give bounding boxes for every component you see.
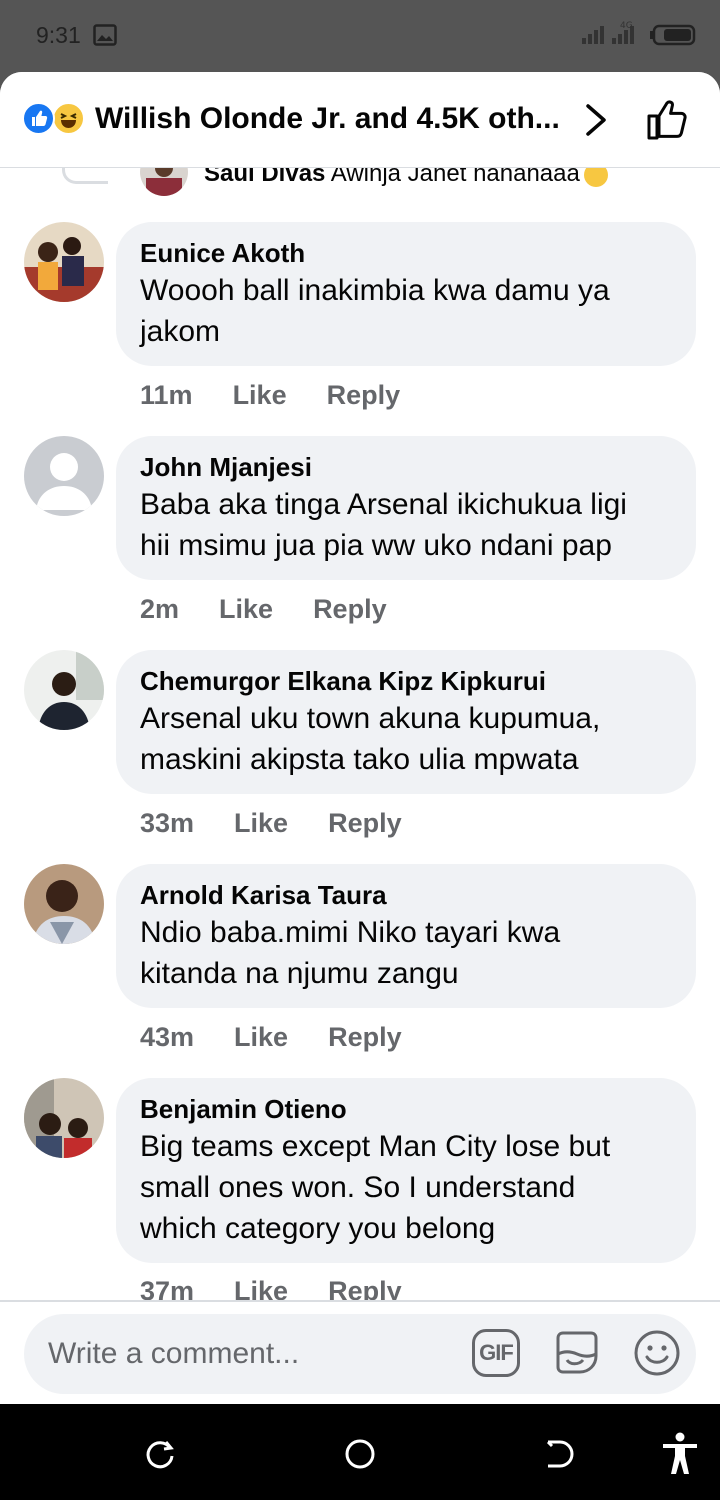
- comment-text-line: Big teams except Man City lose but: [140, 1130, 611, 1163]
- comment-timestamp: 11m: [140, 380, 193, 410]
- comment-bubble[interactable]: Benjamin Otieno Big teams except Man Cit…: [116, 1078, 696, 1263]
- reply-button[interactable]: Reply: [328, 1022, 402, 1053]
- comment-author[interactable]: Arnold Karisa Taura: [140, 878, 672, 912]
- like-button[interactable]: Like: [234, 808, 288, 839]
- reactions-summary-title[interactable]: Willish Olonde Jr. and 4.5K oth...: [95, 102, 565, 136]
- haha-reaction-icon: [52, 102, 85, 135]
- avatar[interactable]: [24, 1078, 104, 1158]
- comment-author[interactable]: Eunice Akoth: [140, 236, 672, 270]
- comment-timestamp: 43m: [140, 1022, 195, 1052]
- avatar[interactable]: [24, 650, 104, 730]
- comment-actions: 2m Like Reply: [140, 594, 387, 625]
- avatar[interactable]: [24, 864, 104, 944]
- comment-author[interactable]: Benjamin Otieno: [140, 1092, 672, 1126]
- reaction-icons: [22, 102, 88, 136]
- comment-actions: 11m Like Reply: [140, 380, 400, 411]
- comment-actions: 43m Like Reply: [140, 1022, 402, 1053]
- reply-button[interactable]: Reply: [327, 380, 401, 411]
- emoji-icon[interactable]: [632, 1328, 682, 1383]
- comment-timestamp: 33m: [140, 808, 195, 838]
- like-button[interactable]: Like: [219, 594, 273, 625]
- recent-apps-icon[interactable]: [144, 1438, 176, 1475]
- comment-actions: 33m Like Reply: [140, 808, 402, 839]
- avatar[interactable]: [24, 222, 104, 302]
- system-nav-bar: [0, 1404, 720, 1500]
- comment-text-line: Baba aka tinga Arsenal ikichukua ligi: [140, 488, 627, 521]
- comment-text-line: hii msimu jua pia ww uko ndani pap: [140, 529, 612, 562]
- comment-bubble[interactable]: Arnold Karisa Taura Ndio baba.mimi Niko …: [116, 864, 696, 1008]
- battery-icon: [650, 24, 696, 51]
- default-avatar-icon[interactable]: [24, 436, 104, 516]
- comment-bubble[interactable]: Eunice Akoth Woooh ball inakimbia kwa da…: [116, 222, 696, 366]
- comment-bubble[interactable]: Chemurgor Elkana Kipz Kipkurui Arsenal u…: [116, 650, 696, 794]
- comment-text-line: kitanda na njumu zangu: [140, 957, 459, 990]
- reply-button[interactable]: Reply: [328, 808, 402, 839]
- comment-input[interactable]: [48, 1334, 468, 1374]
- home-icon[interactable]: [344, 1438, 376, 1475]
- chevron-right-icon[interactable]: [582, 102, 610, 143]
- like-reaction-icon: [22, 102, 55, 135]
- composer-box[interactable]: GIF: [24, 1314, 696, 1394]
- comment-timestamp: 2m: [140, 594, 180, 624]
- comment-text-line: maskini akipsta tako ulia mpwata: [140, 743, 579, 776]
- sticker-icon[interactable]: [552, 1328, 602, 1383]
- comment-text-line: which category you belong: [140, 1212, 496, 1245]
- like-button[interactable]: Like: [233, 380, 287, 411]
- like-post-icon[interactable]: [645, 98, 689, 147]
- gif-button[interactable]: GIF: [472, 1329, 520, 1377]
- comments-sheet: Willish Olonde Jr. and 4.5K oth... Saul …: [0, 72, 720, 1404]
- signal-icon: 4G: [582, 20, 644, 51]
- back-icon[interactable]: [544, 1438, 576, 1475]
- like-button[interactable]: Like: [234, 1022, 288, 1053]
- status-time: 9:31: [36, 22, 81, 48]
- comment-text-line: Woooh ball inakimbia kwa damu ya: [140, 274, 610, 307]
- comment-text-line: small ones won. So I understand: [140, 1171, 576, 1204]
- network-type: 4G: [620, 21, 633, 31]
- accessibility-icon[interactable]: [660, 1432, 700, 1481]
- reply-button[interactable]: Reply: [313, 594, 387, 625]
- comment-author[interactable]: Chemurgor Elkana Kipz Kipkurui: [140, 664, 672, 698]
- reactions-header[interactable]: Willish Olonde Jr. and 4.5K oth...: [0, 72, 720, 168]
- status-bar: 9:31 4G: [0, 0, 720, 72]
- comment-text-line: jakom: [140, 315, 221, 348]
- comment-text-line: Ndio baba.mimi Niko tayari kwa: [140, 916, 561, 949]
- gallery-notification-icon: [93, 24, 117, 51]
- comment-text-line: Arsenal uku town akuna kupumua,: [140, 702, 601, 735]
- comment-bubble[interactable]: John Mjanjesi Baba aka tinga Arsenal iki…: [116, 436, 696, 580]
- comment-author[interactable]: John Mjanjesi: [140, 450, 672, 484]
- comment-composer: GIF: [0, 1300, 720, 1404]
